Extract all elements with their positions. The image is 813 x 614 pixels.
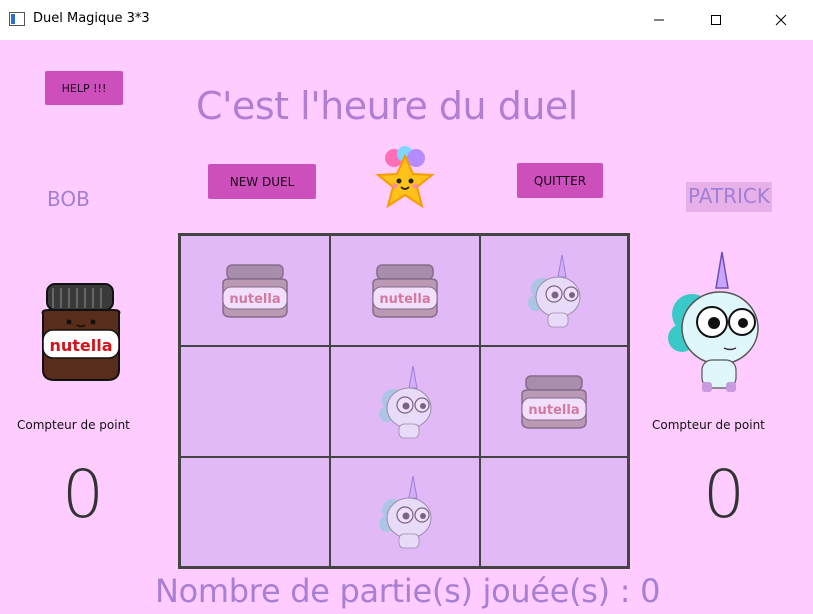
svg-text:nutella: nutella bbox=[528, 403, 579, 418]
board-cell-1-3[interactable] bbox=[480, 235, 628, 346]
window-title: Duel Magique 3*3 bbox=[33, 11, 150, 26]
game-board: nutella nutella nutella bbox=[178, 233, 630, 569]
close-icon bbox=[775, 14, 787, 26]
board-cell-2-2[interactable] bbox=[330, 346, 480, 457]
unicorn-icon bbox=[668, 251, 759, 392]
board-cell-3-3[interactable] bbox=[480, 457, 628, 567]
board-cell-2-3[interactable]: nutella bbox=[480, 346, 628, 457]
nutella-jar-icon: nutella bbox=[372, 263, 438, 318]
games-played-counter: Nombre de partie(s) jouée(s) : 0 bbox=[155, 572, 661, 610]
app-icon bbox=[9, 12, 25, 26]
page-title: C'est l'heure du duel bbox=[196, 84, 578, 128]
help-button[interactable]: HELP !!! bbox=[45, 71, 123, 105]
maximize-icon bbox=[711, 15, 721, 25]
svg-text:nutella: nutella bbox=[229, 292, 280, 307]
svg-text:nutella: nutella bbox=[49, 336, 112, 355]
star-mascot-icon bbox=[375, 146, 435, 209]
player-left-name: BOB bbox=[47, 187, 90, 211]
board-cell-1-2[interactable]: nutella bbox=[330, 235, 480, 346]
counter-label-right: Compteur de point bbox=[652, 418, 765, 432]
minimize-icon bbox=[654, 19, 664, 21]
game-area: HELP !!! C'est l'heure du duel NEW DUEL … bbox=[0, 40, 813, 614]
score-right: 0 bbox=[703, 456, 745, 533]
board-cell-3-1[interactable] bbox=[180, 457, 330, 567]
nutella-jar-icon: nutella bbox=[222, 263, 288, 318]
score-left: 0 bbox=[62, 456, 104, 533]
board-cell-2-1[interactable] bbox=[180, 346, 330, 457]
unicorn-icon bbox=[379, 365, 432, 438]
nutella-jar-icon: nutella bbox=[521, 374, 587, 429]
quit-button[interactable]: QUITTER bbox=[517, 163, 603, 198]
counter-label-left: Compteur de point bbox=[17, 418, 130, 432]
board-cell-1-1[interactable]: nutella bbox=[180, 235, 330, 346]
unicorn-icon bbox=[528, 254, 581, 327]
svg-text:nutella: nutella bbox=[379, 292, 430, 307]
nutella-jar-icon: nutella bbox=[41, 283, 121, 381]
close-button[interactable] bbox=[758, 0, 804, 40]
minimize-button[interactable] bbox=[636, 0, 682, 40]
unicorn-icon bbox=[379, 475, 432, 549]
maximize-button[interactable] bbox=[693, 0, 739, 40]
player-right-name: PATRICK bbox=[686, 182, 773, 212]
window-titlebar: Duel Magique 3*3 bbox=[0, 0, 813, 40]
board-cell-3-2[interactable] bbox=[330, 457, 480, 567]
new-duel-button[interactable]: NEW DUEL bbox=[208, 164, 316, 199]
